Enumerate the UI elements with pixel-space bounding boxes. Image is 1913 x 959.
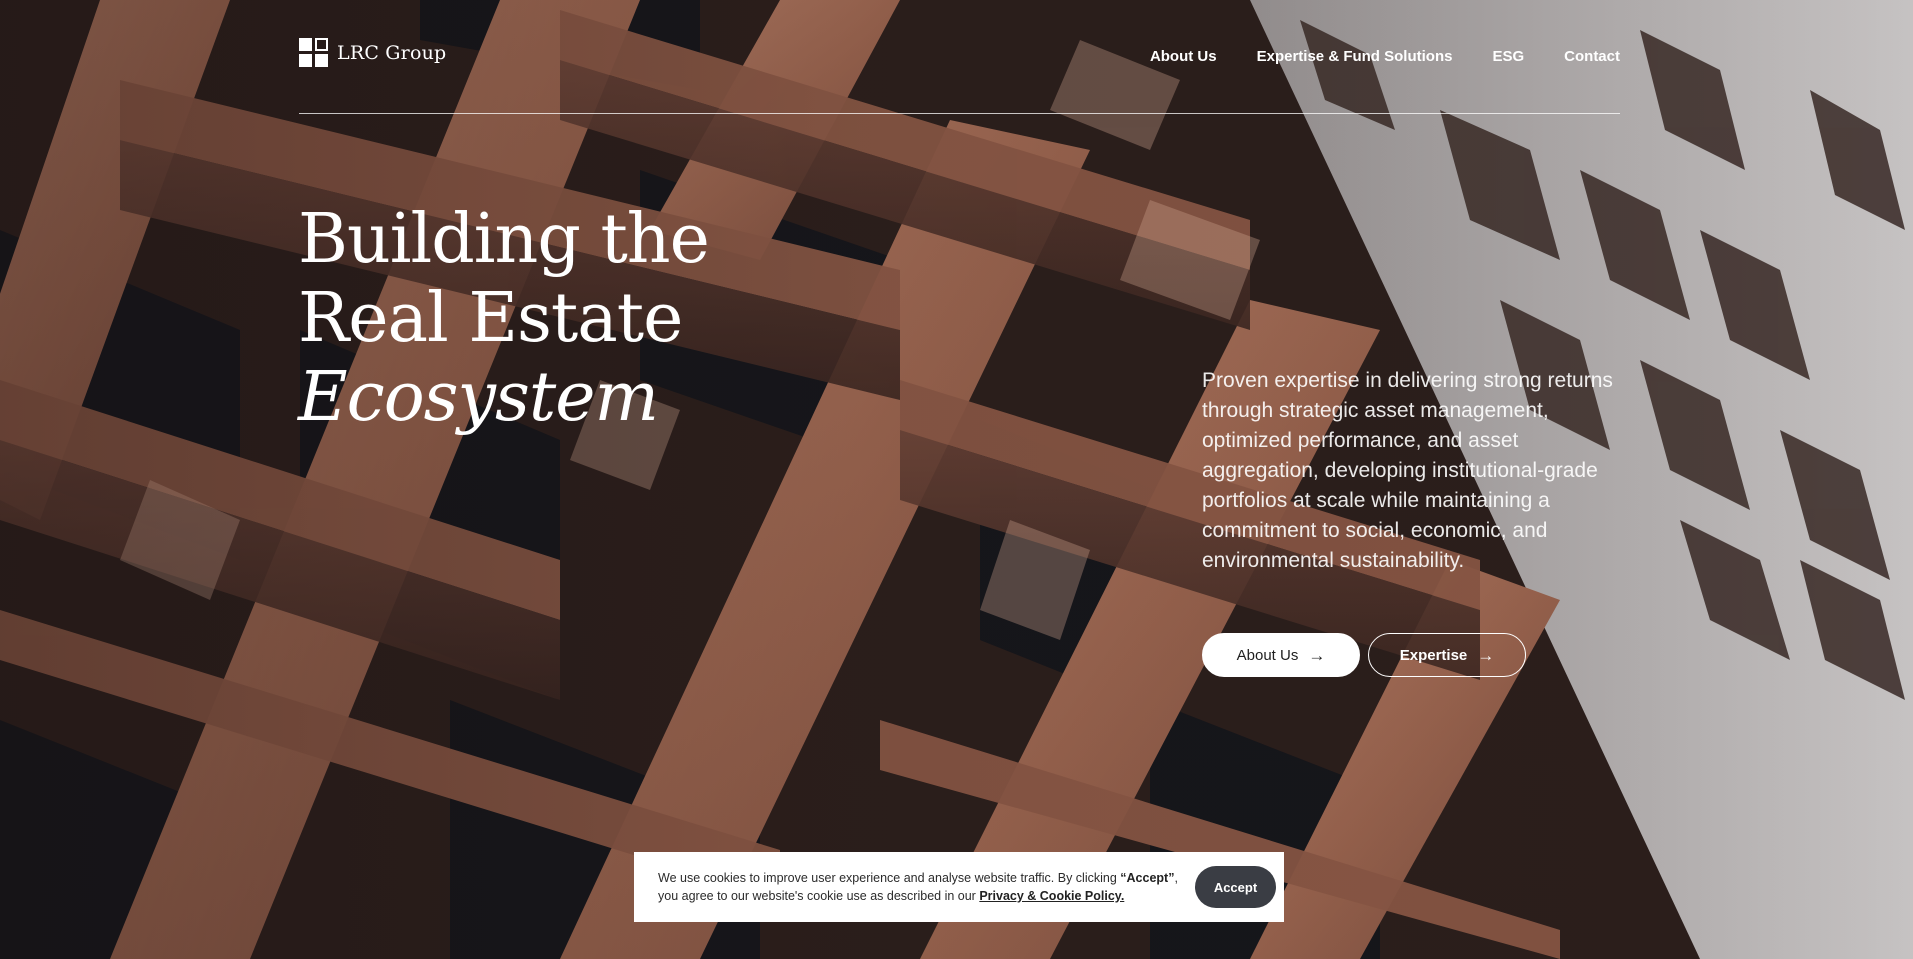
cookie-banner: We use cookies to improve user experienc… bbox=[634, 852, 1284, 922]
hero-cta-group: About Us → Expertise → bbox=[1202, 633, 1526, 677]
accept-cookies-button[interactable]: Accept bbox=[1195, 866, 1276, 908]
cookie-message: We use cookies to improve user experienc… bbox=[658, 869, 1178, 905]
nav-item-expertise[interactable]: Expertise & Fund Solutions bbox=[1257, 48, 1453, 65]
headline-line-2: Real Estate bbox=[298, 279, 683, 358]
arrow-right-icon: → bbox=[1308, 645, 1326, 665]
logo-grid-icon bbox=[299, 38, 329, 68]
about-us-button[interactable]: About Us → bbox=[1202, 633, 1360, 677]
privacy-policy-link[interactable]: Privacy & Cookie Policy. bbox=[979, 889, 1124, 903]
nav-item-esg[interactable]: ESG bbox=[1492, 48, 1524, 65]
expertise-button-label: Expertise bbox=[1399, 646, 1468, 664]
main-nav: About Us Expertise & Fund Solutions ESG … bbox=[1150, 48, 1620, 65]
expertise-button[interactable]: Expertise → bbox=[1368, 633, 1526, 677]
cookie-accept-quote: “Accept” bbox=[1120, 871, 1175, 885]
headline-line-1: Building the bbox=[298, 200, 710, 279]
brand-name: LRC Group bbox=[337, 42, 447, 64]
hero-headline: Building the Real Estate Ecosystem bbox=[298, 200, 710, 437]
arrow-right-icon: → bbox=[1477, 645, 1495, 665]
nav-item-about-us[interactable]: About Us bbox=[1150, 48, 1217, 65]
headline-line-3: Ecosystem bbox=[298, 358, 659, 437]
hero-background-image bbox=[0, 0, 1913, 959]
nav-item-contact[interactable]: Contact bbox=[1564, 48, 1620, 65]
about-us-button-label: About Us bbox=[1236, 646, 1299, 664]
hero-intro-text: Proven expertise in delivering strong re… bbox=[1202, 369, 1613, 572]
cookie-text-part1: We use cookies to improve user experienc… bbox=[658, 871, 1121, 885]
building-facade-illustration bbox=[0, 0, 1913, 959]
brand-logo[interactable]: LRC Group bbox=[299, 38, 446, 68]
site-header: LRC Group About Us Expertise & Fund Solu… bbox=[299, 36, 1620, 114]
